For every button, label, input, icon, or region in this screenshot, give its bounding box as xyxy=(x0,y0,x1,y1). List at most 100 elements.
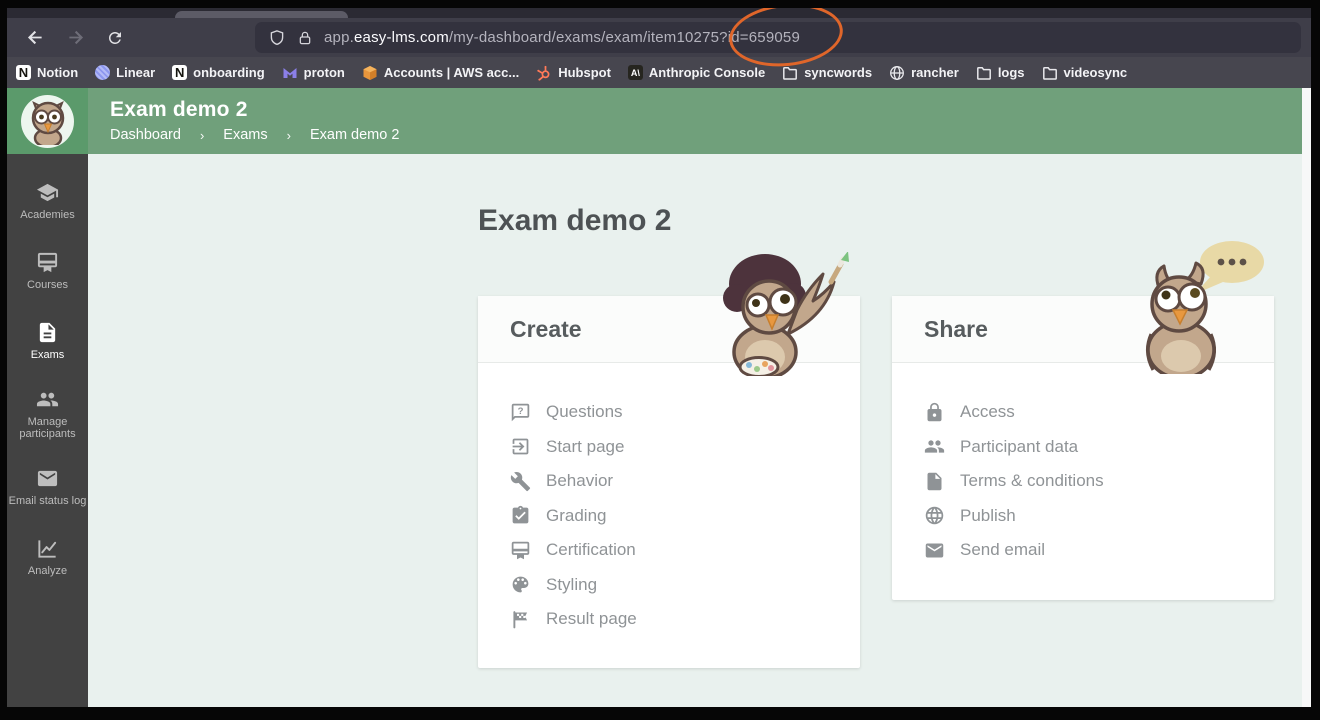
sidebar-item-courses[interactable]: Courses xyxy=(7,236,88,306)
graduation-cap-icon xyxy=(36,181,59,204)
bookmark-label: Notion xyxy=(37,65,78,80)
proton-mail-icon xyxy=(282,65,298,81)
lock-icon xyxy=(924,402,945,423)
share-item-publish[interactable]: Publish xyxy=(924,499,1274,534)
bookmark-linear[interactable]: Linear xyxy=(95,65,155,80)
create-item-label: Styling xyxy=(546,575,597,595)
exam-title-heading: Exam demo 2 xyxy=(478,204,671,238)
breadcrumb-separator: › xyxy=(287,128,291,143)
create-item-behavior[interactable]: Behavior xyxy=(510,464,860,499)
mail-icon xyxy=(36,467,59,490)
certificate-icon xyxy=(36,251,59,274)
bookmark-logs[interactable]: logs xyxy=(976,65,1025,81)
linear-icon xyxy=(95,65,110,80)
share-item-terms-conditions[interactable]: Terms & conditions xyxy=(924,464,1274,499)
forward-button[interactable] xyxy=(63,26,87,50)
sidebar-item-email-status-log[interactable]: Email status log xyxy=(7,452,88,522)
people-icon xyxy=(924,436,945,457)
shield-icon[interactable] xyxy=(268,29,286,47)
share-item-label: Publish xyxy=(960,506,1016,526)
create-item-certification[interactable]: Certification xyxy=(510,533,860,568)
create-item-label: Start page xyxy=(546,437,624,457)
sidebar-item-academies[interactable]: Academies xyxy=(7,166,88,236)
create-item-result-page[interactable]: Result page xyxy=(510,602,860,637)
url-bar[interactable]: app.easy-lms.com/my-dashboard/exams/exam… xyxy=(255,22,1301,53)
bookmark-proton[interactable]: proton xyxy=(282,65,345,81)
owl-logo-icon xyxy=(21,95,74,148)
url-path: /my-dashboard/exams/exam/item10275?id=65… xyxy=(449,29,800,46)
bookmark-aws-accounts[interactable]: Accounts | AWS acc... xyxy=(362,65,519,81)
bookmark-hubspot[interactable]: Hubspot xyxy=(536,65,611,81)
bookmark-notion[interactable]: NNotion xyxy=(16,65,78,80)
bookmark-syncwords[interactable]: syncwords xyxy=(782,65,872,81)
back-arrow-icon xyxy=(25,27,46,48)
share-item-label: Send email xyxy=(960,540,1045,560)
bookmark-label: Linear xyxy=(116,65,155,80)
create-item-label: Certification xyxy=(546,540,636,560)
browser-window: app.easy-lms.com/my-dashboard/exams/exam… xyxy=(7,8,1311,707)
create-card-title: Create xyxy=(510,316,582,343)
lock-icon[interactable] xyxy=(297,30,313,46)
bookmarks-bar: NNotion Linear Nonboarding proton Accoun… xyxy=(7,57,1311,88)
create-item-label: Behavior xyxy=(546,471,613,491)
url-domain: easy-lms.com xyxy=(354,29,449,46)
sidebar-item-label: Academies xyxy=(20,209,74,221)
hubspot-icon xyxy=(536,65,552,81)
globe-icon xyxy=(889,65,905,81)
bookmark-videosync[interactable]: videosync xyxy=(1042,65,1128,81)
share-item-label: Access xyxy=(960,402,1015,422)
aws-cube-icon xyxy=(362,65,378,81)
bookmark-label: logs xyxy=(998,65,1025,80)
page-scrollbar[interactable] xyxy=(1302,88,1311,707)
question-bubble-icon: ? xyxy=(510,402,531,423)
breadcrumb-exams[interactable]: Exams xyxy=(223,127,267,143)
reload-button[interactable] xyxy=(103,26,127,50)
bookmark-label: onboarding xyxy=(193,65,265,80)
sidebar: Academies Courses Exams Manage participa… xyxy=(7,88,88,707)
create-card-list: ? Questions Start page Behavior Grading … xyxy=(478,363,860,637)
sidebar-item-analyze[interactable]: Analyze xyxy=(7,522,88,592)
tab-strip xyxy=(7,8,1311,18)
back-button[interactable] xyxy=(23,26,47,50)
palette-icon xyxy=(510,574,531,595)
bookmark-onboarding[interactable]: Nonboarding xyxy=(172,65,265,80)
folder-icon xyxy=(1042,65,1058,81)
breadcrumb-current: Exam demo 2 xyxy=(310,127,399,143)
sidebar-item-label: Analyze xyxy=(28,565,67,577)
sidebar-item-manage-participants[interactable]: Manage participants xyxy=(7,376,88,452)
bookmark-label: Hubspot xyxy=(558,65,611,80)
share-item-send-email[interactable]: Send email xyxy=(924,533,1274,568)
breadcrumb-dashboard[interactable]: Dashboard xyxy=(110,127,181,143)
sidebar-item-exams[interactable]: Exams xyxy=(7,306,88,376)
app-logo[interactable] xyxy=(7,88,88,154)
share-item-label: Participant data xyxy=(960,437,1078,457)
checkered-flag-icon xyxy=(510,609,531,630)
mascot-owl-painter xyxy=(713,252,855,376)
page-title: Exam demo 2 xyxy=(110,98,1311,122)
bookmark-rancher[interactable]: rancher xyxy=(889,65,959,81)
url-prefix: app. xyxy=(324,29,354,46)
line-chart-icon xyxy=(36,537,59,560)
create-item-grading[interactable]: Grading xyxy=(510,499,860,534)
url-text: app.easy-lms.com/my-dashboard/exams/exam… xyxy=(324,29,800,46)
bookmark-anthropic-console[interactable]: A\Anthropic Console xyxy=(628,65,765,80)
folder-icon xyxy=(782,65,798,81)
create-item-start-page[interactable]: Start page xyxy=(510,430,860,465)
breadcrumb-separator: › xyxy=(200,128,204,143)
browser-tab[interactable] xyxy=(175,11,348,18)
bookmark-label: syncwords xyxy=(804,65,872,80)
create-item-questions[interactable]: ? Questions xyxy=(510,395,860,430)
mascot-owl-thinking xyxy=(1137,236,1269,374)
bookmark-label: videosync xyxy=(1064,65,1128,80)
share-card-title: Share xyxy=(924,316,988,343)
share-item-participant-data[interactable]: Participant data xyxy=(924,430,1274,465)
document-icon xyxy=(36,321,59,344)
breadcrumb: Dashboard › Exams › Exam demo 2 xyxy=(110,127,1311,143)
notion-icon: N xyxy=(172,65,187,80)
create-item-styling[interactable]: Styling xyxy=(510,568,860,603)
mail-icon xyxy=(924,540,945,561)
share-item-access[interactable]: Access xyxy=(924,395,1274,430)
reload-icon xyxy=(106,29,124,47)
page-header: Exam demo 2 Dashboard › Exams › Exam dem… xyxy=(88,88,1311,154)
bookmark-label: Accounts | AWS acc... xyxy=(384,65,519,80)
